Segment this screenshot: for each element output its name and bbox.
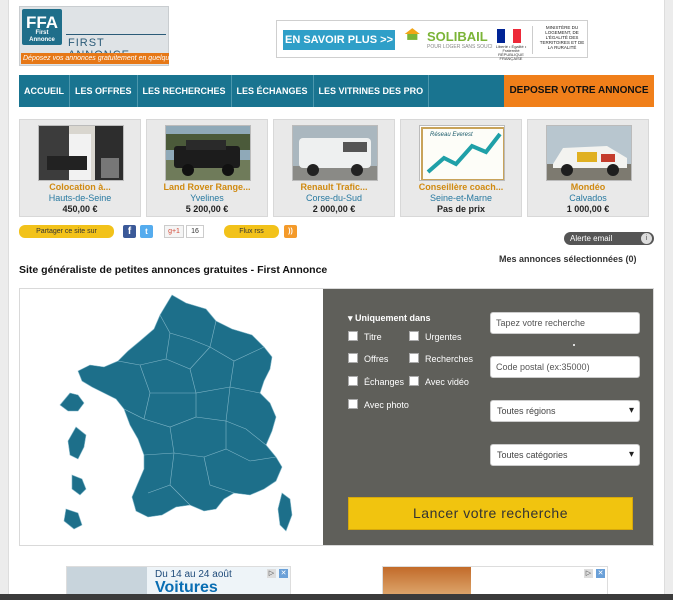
listing-title[interactable]: Colocation à... xyxy=(20,182,140,192)
nav-recherches[interactable]: LES RECHERCHES xyxy=(138,75,232,107)
listing-region: Yvelines xyxy=(190,193,224,203)
search-query-input[interactable]: Tapez votre recherche xyxy=(490,312,640,334)
listing-photo-chart[interactable]: Réseau Everest xyxy=(419,125,505,181)
france-map[interactable] xyxy=(20,289,323,545)
listing-price: 1 000,00 € xyxy=(566,204,610,214)
checkbox-titre[interactable]: Titre xyxy=(348,331,382,342)
google-plus-button[interactable]: g+1 xyxy=(164,225,184,238)
post-ad-button[interactable]: DEPOSER VOTRE ANNONCE xyxy=(504,75,654,107)
solibail-banner[interactable]: EN SAVOIR PLUS >> SOLIBAIL POUR LOGER SA… xyxy=(276,20,588,61)
info-icon: i xyxy=(641,233,652,244)
listing-image-caption: Réseau Everest xyxy=(430,132,473,138)
separator-dot xyxy=(573,344,575,346)
nav-vitrines[interactable]: LES VITRINES DES PRO xyxy=(314,75,430,107)
facebook-icon[interactable]: f xyxy=(123,225,136,238)
republique-text: Liberté • Égalité • Fraternité RÉPUBLIQU… xyxy=(495,44,527,61)
logo-badge: FFA First Annonce xyxy=(22,9,62,45)
listing-region: Seine-et-Marne xyxy=(429,193,493,203)
category-select[interactable]: Toutes catégories xyxy=(490,444,640,466)
featured-listings: Colocation à... Hauts-de-Seine 450,00 € … xyxy=(19,119,654,217)
page: FFA First Annonce FIRST ANNONCE Déposez … xyxy=(8,0,665,600)
listing-title[interactable]: Land Rover Range... xyxy=(147,182,267,192)
listing-title[interactable]: Renault Trafic... xyxy=(274,182,394,192)
listing-card[interactable]: Mondéo Calvados 1 000,00 € xyxy=(527,119,649,217)
listing-photo-apartment[interactable] xyxy=(38,125,124,181)
listing-title[interactable]: Conseillère coach... xyxy=(401,182,521,192)
search-submit-button[interactable]: Lancer votre recherche xyxy=(348,497,633,530)
listing-card[interactable]: Land Rover Range... Yvelines 5 200,00 € xyxy=(146,119,268,217)
france-map-svg[interactable] xyxy=(20,289,323,545)
republique-logo: Liberté • Égalité • Fraternité RÉPUBLIQU… xyxy=(489,26,533,61)
listing-price: Pas de prix xyxy=(436,204,486,214)
listing-region: Corse-du-Sud xyxy=(305,193,363,203)
site-logo[interactable]: FFA First Annonce FIRST ANNONCE Déposez … xyxy=(19,6,169,66)
french-flag-icon xyxy=(497,29,521,43)
region-select[interactable]: Toutes régions xyxy=(490,400,640,422)
share-row: Partager ce site sur f t g+1 16 Flux rss… xyxy=(19,225,659,245)
checkbox-urgentes[interactable]: Urgentes xyxy=(409,331,462,342)
ad-close-icon[interactable]: ✕ xyxy=(279,569,288,578)
listing-card[interactable]: Renault Trafic... Corse-du-Sud 2 000,00 … xyxy=(273,119,395,217)
house-icon xyxy=(404,28,420,40)
checkbox-avec-video[interactable]: Avec vidéo xyxy=(409,376,469,387)
only-in-label[interactable]: Uniquement dans xyxy=(348,313,431,324)
selected-ads-link[interactable]: Mes annonces sélectionnées (0) xyxy=(499,254,637,264)
listing-card[interactable]: Colocation à... Hauts-de-Seine 450,00 € xyxy=(19,119,141,217)
listing-title[interactable]: Mondéo xyxy=(528,182,648,192)
rss-icon[interactable]: )) xyxy=(284,225,297,238)
ad-close-icon[interactable]: ✕ xyxy=(596,569,605,578)
rss-feed-button[interactable]: Flux rss xyxy=(224,225,279,238)
checkbox-avec-photo[interactable]: Avec photo xyxy=(348,399,409,410)
checkbox-offres[interactable]: Offres xyxy=(348,353,388,364)
email-alert-button[interactable]: Alerte email i xyxy=(564,232,654,245)
twitter-icon[interactable]: t xyxy=(140,225,153,238)
ministry-text: MINISTÈRE DU LOGEMENT, DE L'ÉGALITÉ DES … xyxy=(539,25,585,50)
ad-info-icon[interactable]: ▷ xyxy=(267,569,276,578)
banner-brand: SOLIBAIL POUR LOGER SANS SOUCI xyxy=(427,29,493,50)
checkbox-recherches[interactable]: Recherches xyxy=(409,353,473,364)
page-title: Site généraliste de petites annonces gra… xyxy=(19,264,328,276)
main-nav: ACCUEIL LES OFFRES LES RECHERCHES LES ÉC… xyxy=(19,75,654,107)
listing-price: 5 200,00 € xyxy=(185,204,229,214)
listing-photo-van[interactable] xyxy=(292,125,378,181)
email-alert-label: Alerte email xyxy=(570,234,613,243)
banner-learn-more-button[interactable]: EN SAVOIR PLUS >> xyxy=(283,30,395,50)
listing-price: 2 000,00 € xyxy=(312,204,356,214)
postal-code-input[interactable]: Code postal (ex:35000) xyxy=(490,356,640,378)
listing-photo-suv[interactable] xyxy=(165,125,251,181)
logo-small-text: First Annonce xyxy=(29,30,55,43)
taskbar-strip xyxy=(0,594,673,600)
listing-region: Hauts-de-Seine xyxy=(48,193,112,203)
nav-echanges[interactable]: LES ÉCHANGES xyxy=(232,75,314,107)
listing-region: Calvados xyxy=(569,193,607,203)
nav-accueil[interactable]: ACCUEIL xyxy=(19,75,70,107)
banner-brand-sub: POUR LOGER SANS SOUCI xyxy=(427,44,493,50)
ad-info-icon[interactable]: ▷ xyxy=(584,569,593,578)
banner-brand-name: SOLIBAIL xyxy=(427,29,488,44)
listing-card[interactable]: Réseau Everest Conseillère coach... Sein… xyxy=(400,119,522,217)
checkbox-echanges[interactable]: Échanges xyxy=(348,376,404,387)
search-panel: Uniquement dans Titre Urgentes Offres Re… xyxy=(19,288,654,546)
google-plus-count: 16 xyxy=(186,225,204,238)
listing-photo-rally-car[interactable] xyxy=(546,125,632,181)
logo-divider xyxy=(66,34,166,35)
share-site-button[interactable]: Partager ce site sur xyxy=(19,225,114,238)
search-filters: Uniquement dans Titre Urgentes Offres Re… xyxy=(323,289,653,545)
listing-price: 450,00 € xyxy=(62,204,98,214)
logo-tagline: Déposez vos annonces gratuitement en que… xyxy=(21,53,169,64)
nav-offres[interactable]: LES OFFRES xyxy=(70,75,138,107)
